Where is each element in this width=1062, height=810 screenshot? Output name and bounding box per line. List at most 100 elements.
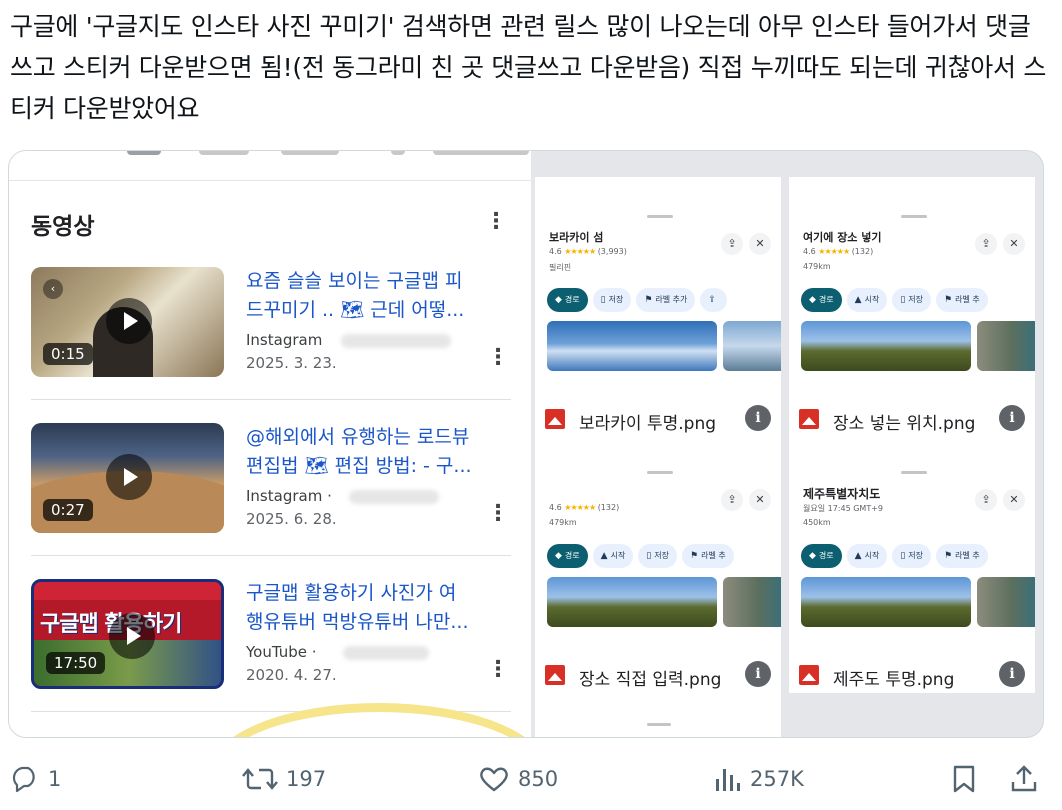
play-icon[interactable] [106,298,152,344]
photo-sky[interactable] [547,321,717,371]
share-icon[interactable]: ⇪ [721,489,743,511]
drag-handle[interactable] [901,215,927,218]
share-chip[interactable]: ⇪ [700,288,727,312]
more-options-icon[interactable]: ⋮ [487,347,509,369]
file-name: 장소 직접 입력.png [579,670,722,690]
attached-image[interactable]: 동영상 ⋮ ‹ 0:15 요즘 슬슬 보이는 구글맵 피 드꾸미기 .. 🗺 근… [8,150,1044,738]
video-thumbnail[interactable]: ‹ 0:15 [31,267,224,377]
bookmark-button[interactable] [950,762,986,796]
place-photos[interactable] [801,577,1035,627]
photo-cliff[interactable] [723,577,781,627]
photo-coast[interactable] [547,577,717,627]
post-text: 구글에 '구글지도 인스타 사진 꾸미기' 검색하면 관련 릴스 많이 나오는데… [10,12,1047,123]
more-options-icon[interactable]: ⋮ [485,211,507,233]
photo-cliff[interactable] [977,321,1035,371]
close-icon[interactable]: ✕ [749,233,771,255]
info-icon[interactable]: i [999,661,1025,687]
label-chip[interactable]: ⚑ 라벨 추 [936,544,988,568]
start-chip[interactable]: ▲ 시작 [592,544,634,568]
more-options-icon[interactable]: ⋮ [487,659,509,681]
tab-cutoff [199,151,249,155]
map-card[interactable]: 여기에 장소 넣기 4.6 ★★★★★ (132) 479km ⇪ ✕ ◆ 경로 ▲… [789,177,1035,437]
route-chip[interactable]: ◆ 경로 [547,544,588,568]
photo-helicopter[interactable] [723,321,781,371]
save-chip[interactable]: ▯ 저장 [592,288,632,312]
label-chip[interactable]: ⚑ 라벨 추가 [636,288,696,312]
image-file-icon [545,409,565,429]
video-title[interactable]: 구글맵 활용하기 사진가 여 행유튜버 먹방유튜버 나만... [246,579,501,637]
map-card[interactable]: 보라카이 섬 4.6 ★★★★★ (3,993) 필리핀 ⇪ ✕ ◆ 경로 ▯ 저장 ⚑… [535,177,781,437]
close-icon[interactable]: ✕ [1003,489,1025,511]
play-icon[interactable] [106,454,152,500]
photo-cliff[interactable] [977,577,1035,627]
start-chip[interactable]: ▲ 시작 [846,288,888,312]
info-icon[interactable]: i [745,405,771,431]
save-chip[interactable]: ▯ 저장 [892,288,931,312]
rating: 4.6 ★★★★★ (132) [803,247,874,256]
views-button[interactable]: 257K [712,762,804,796]
tab-cutoff [127,151,161,155]
video-result[interactable]: ‹ 0:15 요즘 슬슬 보이는 구글맵 피 드꾸미기 .. 🗺 근데 어떻..… [31,267,511,395]
like-count: 850 [518,767,559,791]
route-chip[interactable]: ◆ 경로 [547,288,588,312]
video-title[interactable]: 요즘 슬슬 보이는 구글맵 피 드꾸미기 .. 🗺 근데 어떻... [246,267,501,325]
section-title: 동영상 [31,214,95,240]
video-results-panel: 동영상 ⋮ ‹ 0:15 요즘 슬슬 보이는 구글맵 피 드꾸미기 .. 🗺 근… [9,151,549,737]
tab-cutoff [281,151,339,155]
map-card[interactable]: 4.6 ★★★★★ (132) 479km ⇪ ✕ ◆ 경로 ▲ 시작 ▯ 저장 ⚑ 라벨 추… [535,433,781,693]
rating: 4.6 ★★★★★ (132) [549,503,620,512]
close-icon[interactable]: ✕ [1003,233,1025,255]
close-icon[interactable]: ✕ [749,489,771,511]
label-chip[interactable]: ⚑ 라벨 추 [682,544,734,568]
repost-icon [242,768,278,790]
share-button[interactable] [1010,762,1046,796]
rating: 4.6 ★★★★★ (3,993) [549,247,627,256]
drag-handle [647,723,671,726]
file-row[interactable]: 장소 넣는 위치.png i [789,403,1035,437]
place-subinfo: 필리핀 [549,263,572,272]
video-result[interactable]: 0:27 @해외에서 유행하는 로드뷰 편집법 🗺 편집 방법: - 구... … [31,423,511,551]
repost-button[interactable]: 197 [242,762,326,796]
drag-handle[interactable] [647,215,673,218]
place-photos[interactable] [801,321,1035,371]
thumb-banner [34,582,221,600]
action-chips: ◆ 경로 ▲ 시작 ▯ 저장 ⚑ 라벨 추 [801,543,993,568]
share-icon[interactable]: ⇪ [721,233,743,255]
save-chip[interactable]: ▯ 저장 [638,544,677,568]
image-file-icon [545,665,565,685]
info-icon[interactable]: i [745,661,771,687]
file-row[interactable]: 장소 직접 입력.png i [535,659,781,693]
photo-coast[interactable] [801,577,971,627]
save-chip[interactable]: ▯ 저장 [892,544,931,568]
video-source: YouTube · [246,643,317,661]
place-photos[interactable] [547,321,781,371]
heart-icon [480,767,508,792]
bookmark-icon [953,765,975,793]
like-button[interactable]: 850 [478,762,558,796]
reply-button[interactable]: 1 [10,762,61,796]
route-chip[interactable]: ◆ 경로 [801,544,842,568]
info-icon[interactable]: i [999,405,1025,431]
drag-handle[interactable] [901,471,927,474]
file-row[interactable]: 제주도 투명.png i [789,659,1035,693]
play-icon[interactable] [109,613,155,659]
share-icon[interactable]: ⇪ [975,489,997,511]
place-sheet: 여기에 장소 넣기 4.6 ★★★★★ (132) 479km ⇪ ✕ ◆ 경로 ▲… [793,209,1035,403]
start-chip[interactable]: ▲ 시작 [846,544,888,568]
video-source: Instagram · [246,487,332,505]
tweet-actions: 1 197 850 257K [0,752,1062,808]
place-photos[interactable] [547,577,781,627]
video-thumbnail[interactable]: 0:27 [31,423,224,533]
share-icon[interactable]: ⇪ [975,233,997,255]
photo-coast[interactable] [801,321,971,371]
label-chip[interactable]: ⚑ 라벨 추 [936,288,988,312]
route-chip[interactable]: ◆ 경로 [801,288,842,312]
video-title[interactable]: @해외에서 유행하는 로드뷰 편집법 🗺 편집 방법: - 구... [246,423,501,481]
more-options-icon[interactable]: ⋮ [487,503,509,525]
drag-handle[interactable] [647,471,673,474]
file-row[interactable]: 보라카이 투명.png i [535,403,781,437]
video-thumbnail[interactable]: 구글맵 활용하기 17:50 [31,579,224,689]
video-result[interactable]: 구글맵 활용하기 17:50 구글맵 활용하기 사진가 여 행유튜버 먹방유튜버… [31,579,511,707]
divider [31,399,511,400]
map-card[interactable]: 제주특별자치도 월요일 17:45 GMT+9 450km ⇪ ✕ ◆ 경로 ▲ 시작… [789,433,1035,693]
